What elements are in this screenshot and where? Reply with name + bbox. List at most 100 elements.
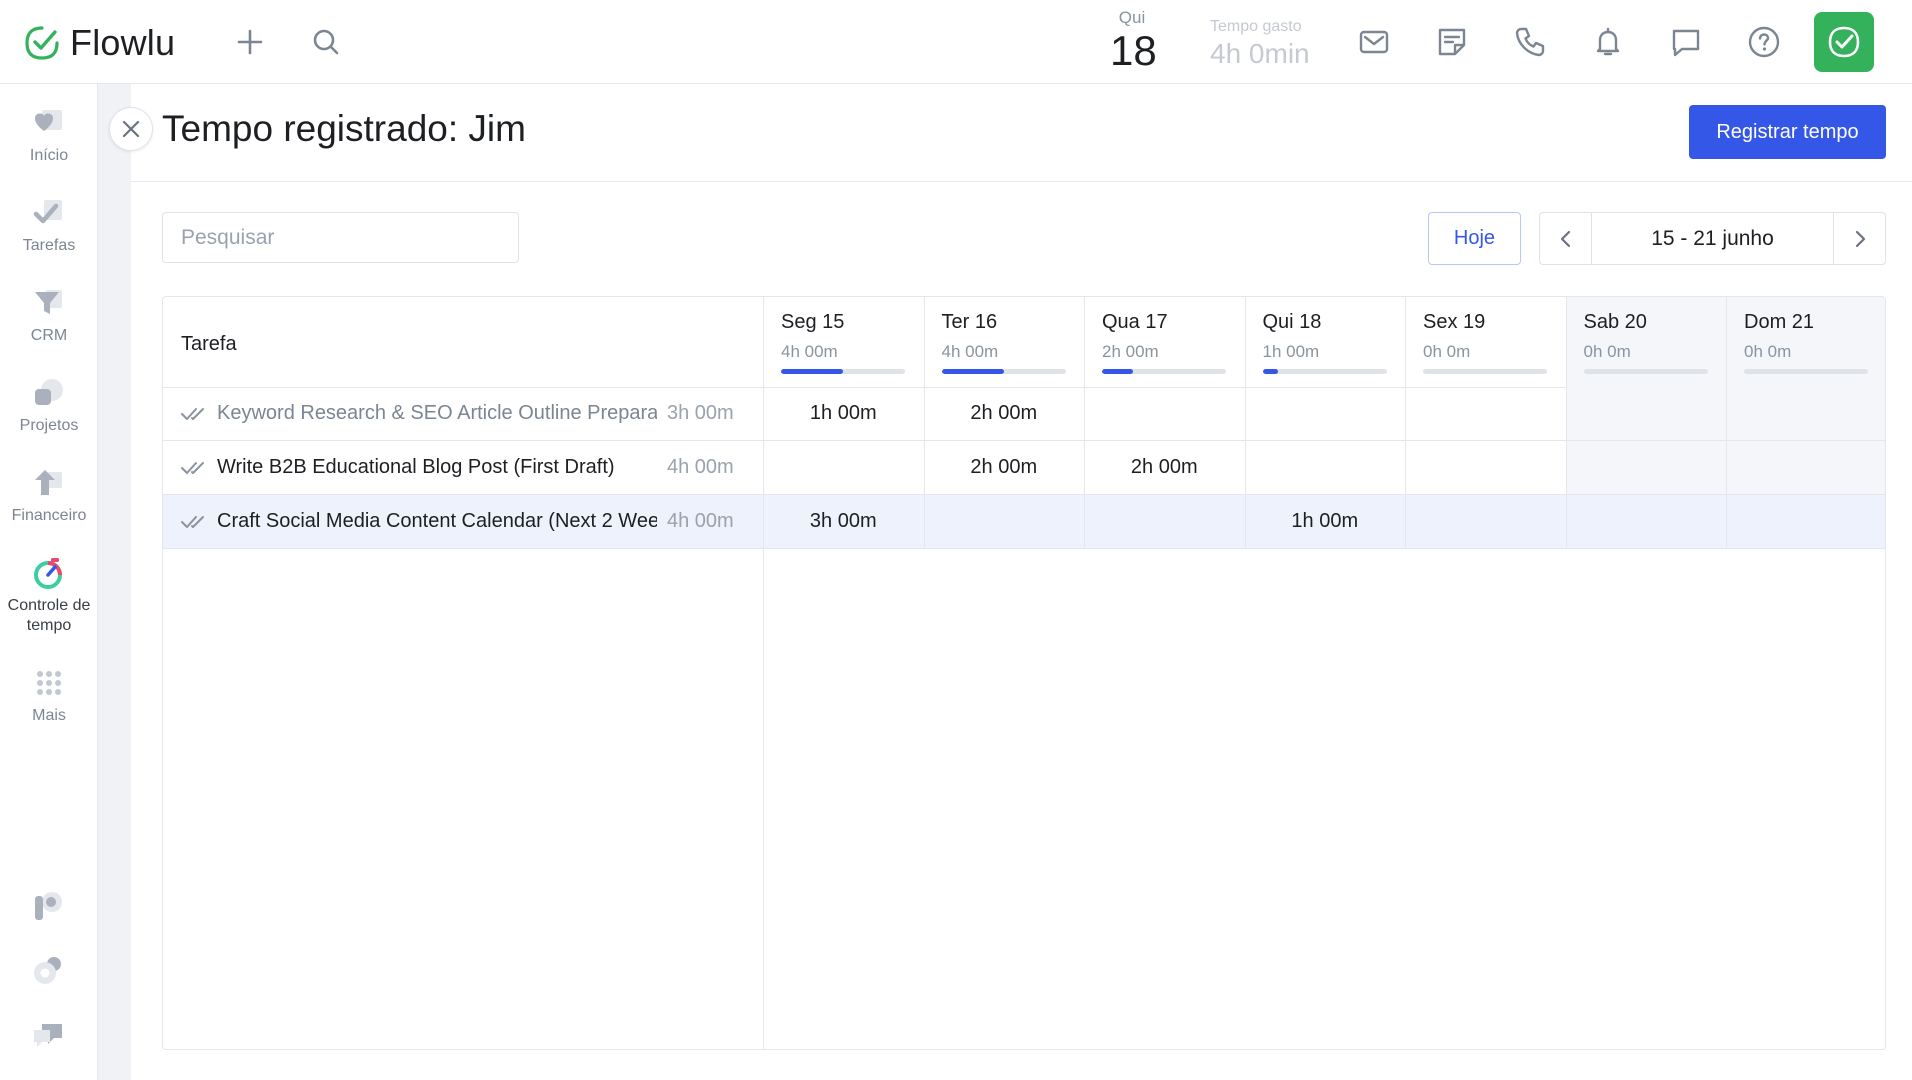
close-icon (122, 120, 140, 138)
timesheet-table: Tarefa Keyword Research & SEO Article Ou… (162, 296, 1886, 1050)
sidebar-item-controle-de-tempo[interactable]: Controle de tempo (0, 556, 98, 636)
table-row[interactable]: Craft Social Media Content Calendar (Nex… (163, 495, 1885, 549)
time-cell[interactable]: 2h 00m (924, 402, 1085, 425)
day-progress-bar (941, 369, 1066, 374)
column-separator (1084, 297, 1085, 549)
page-title: Tempo registrado: Jim (162, 108, 526, 149)
day-progress-fill (781, 369, 843, 374)
finance-arrow-icon (32, 466, 66, 500)
home-heart-icon (32, 106, 66, 140)
column-separator (1565, 297, 1567, 549)
task-name[interactable]: Keyword Research & SEO Article Outline P… (217, 402, 657, 425)
task-check-button[interactable] (1814, 12, 1874, 72)
task-total-time: 4h 00m (667, 510, 734, 532)
double-check-icon (181, 457, 205, 479)
day-column-header: Ter 16 4h 00m (942, 311, 1102, 362)
sidebar-item-projetos[interactable]: Projetos (0, 376, 98, 436)
date-range-navigator: 15 - 21 junho (1539, 212, 1886, 265)
time-spent-label: Tempo gasto (1210, 18, 1302, 35)
column-separator (1405, 297, 1406, 549)
register-time-button[interactable]: Registrar tempo (1689, 105, 1886, 159)
day-progress-fill (941, 369, 1004, 374)
double-check-icon (181, 511, 205, 533)
next-week-button[interactable] (1833, 213, 1885, 264)
chat-icon[interactable] (1668, 24, 1704, 60)
chevron-left-icon (1560, 230, 1570, 247)
day-column-header: Qui 18 1h 00m (1263, 311, 1423, 362)
flowlu-logo[interactable]: Flowlu (24, 22, 175, 64)
sidebar-item-financeiro[interactable]: Financeiro (0, 466, 98, 526)
day-column-header: Dom 21 0h 0m (1744, 311, 1885, 362)
notes-icon[interactable] (1434, 24, 1470, 60)
search-icon[interactable] (308, 24, 344, 60)
time-cell[interactable]: 1h 00m (763, 402, 924, 425)
funnel-icon (32, 286, 66, 320)
check-task-icon (1828, 26, 1860, 58)
table-row[interactable]: Write B2B Educational Blog Post (First D… (163, 441, 1885, 495)
time-cell[interactable]: 2h 00m (924, 456, 1085, 479)
date-range-label[interactable]: 15 - 21 junho (1592, 213, 1833, 264)
table-row[interactable]: Keyword Research & SEO Article Outline P… (163, 387, 1885, 441)
time-cell[interactable]: 1h 00m (1245, 510, 1406, 533)
day-total: 2h 00m (1102, 342, 1159, 361)
day-name: Qua 17 (1102, 311, 1168, 333)
time-spent[interactable]: Tempo gasto 4h 0min (1210, 18, 1310, 70)
column-separator (1244, 297, 1246, 549)
day-total: 0h 0m (1423, 342, 1471, 361)
sidebar-item-crm[interactable]: CRM (0, 286, 98, 346)
sidebar-label-inicio: Início (29, 147, 69, 164)
plus-icon[interactable] (232, 24, 268, 60)
day-progress-bar (1102, 369, 1226, 374)
time-spent-value: 4h 0min (1210, 38, 1310, 69)
day-progress-bar (1262, 369, 1387, 374)
sidebar-label-mais: Mais (32, 707, 66, 724)
column-separator (1726, 297, 1727, 549)
day-total: 0h 0m (1583, 342, 1631, 361)
chevron-right-icon (1855, 230, 1865, 247)
day-name: Seg 15 (781, 311, 845, 333)
current-day-number: 18 (1110, 27, 1157, 74)
sidebar-item-mais[interactable]: Mais (0, 666, 98, 726)
phone-icon[interactable] (1512, 24, 1548, 60)
partner-icon[interactable] (30, 888, 66, 924)
close-panel-button[interactable] (109, 107, 153, 151)
sidebar-label-controle-de-tempo: Controle de tempo (7, 597, 91, 634)
search-input[interactable] (162, 212, 519, 263)
settings-gear-icon[interactable] (30, 952, 66, 988)
time-cell[interactable]: 3h 00m (763, 510, 924, 533)
time-cell[interactable]: 2h 00m (1084, 456, 1245, 479)
task-total-time: 4h 00m (667, 456, 734, 478)
day-progress-fill (1262, 369, 1278, 374)
sidebar-label-projetos: Projetos (19, 417, 79, 434)
time-tracking-icon (32, 556, 66, 590)
day-column-header: Qua 17 2h 00m (1102, 311, 1262, 362)
day-name: Qui 18 (1262, 311, 1322, 333)
help-icon[interactable] (1746, 24, 1782, 60)
task-name[interactable]: Write B2B Educational Blog Post (First D… (217, 456, 657, 479)
sidebar-item-tarefas[interactable]: Tarefas (0, 196, 98, 256)
double-check-icon (181, 403, 205, 425)
task-name[interactable]: Craft Social Media Content Calendar (Nex… (217, 510, 657, 533)
mail-icon[interactable] (1356, 24, 1392, 60)
top-bar: Flowlu Qui 18 Tempo gasto 4h 0min (0, 0, 1912, 84)
header-divider (131, 181, 1912, 182)
bell-icon[interactable] (1590, 24, 1626, 60)
day-name: Sex 19 (1423, 311, 1486, 333)
sidebar-item-inicio[interactable]: Início (0, 106, 98, 166)
day-total: 4h 00m (781, 342, 838, 361)
tasks-check-icon (32, 196, 66, 230)
day-column-header: Sab 20 0h 0m (1584, 311, 1744, 362)
sidebar-label-financeiro: Financeiro (11, 507, 87, 524)
day-total: 4h 00m (941, 342, 999, 361)
current-day-of-week: Qui (1118, 8, 1146, 27)
sidebar-label-crm: CRM (30, 327, 68, 344)
feedback-chat-icon[interactable] (30, 1016, 66, 1052)
day-name: Sab 20 (1583, 311, 1647, 333)
task-total-time: 3h 00m (667, 402, 734, 424)
column-separator (763, 297, 764, 1049)
day-column-header: Seg 15 4h 00m (781, 311, 941, 362)
column-separator (923, 297, 925, 549)
day-total: 0h 0m (1744, 342, 1792, 361)
today-button[interactable]: Hoje (1428, 212, 1521, 265)
previous-week-button[interactable] (1540, 213, 1592, 264)
